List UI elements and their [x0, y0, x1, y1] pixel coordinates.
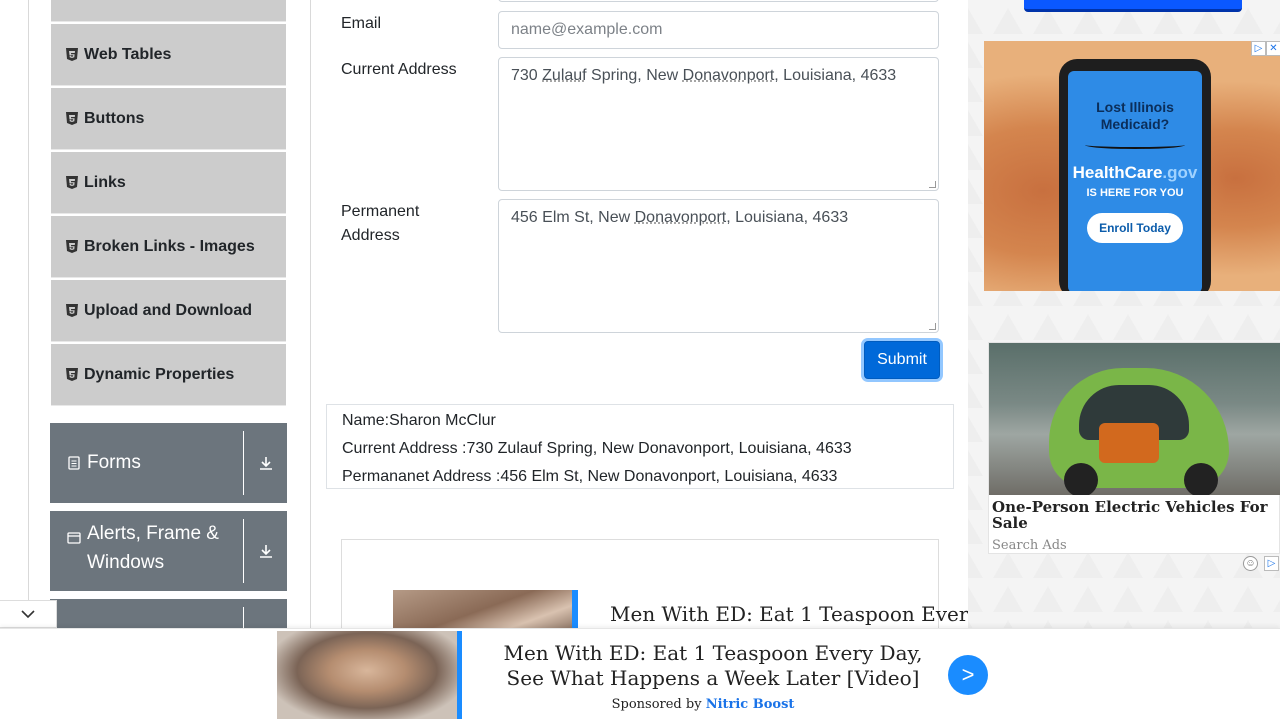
inline-ad[interactable]: Men With ED: Eat 1 Teaspoon Every	[341, 539, 980, 640]
form-icon	[68, 456, 80, 470]
sidebar-group-label: Forms	[87, 452, 141, 473]
text-part: Spring, New	[586, 67, 683, 84]
text-part: 456 Elm St, New	[511, 209, 635, 226]
current-address-textarea[interactable]: 730 Zulauf Spring, New Donavonport, Loui…	[498, 57, 939, 191]
spellcheck-word: Zulauf	[542, 67, 587, 84]
chevron-down-icon	[21, 610, 35, 619]
brand-suffix: .gov	[1162, 163, 1198, 182]
permanent-address-textarea[interactable]: 456 Elm St, New Donavonport, Louisiana, …	[498, 199, 939, 333]
ad-title-line: Medicaid?	[1100, 116, 1170, 132]
output-permanent-address: Permananet Address :456 Elm St, New Dona…	[342, 468, 838, 485]
ad-brand: HealthCare.gov	[1068, 163, 1202, 183]
html5-icon	[66, 304, 78, 317]
sidebar-item-label: Web Tables	[84, 45, 172, 63]
output-name: Name:Sharon McClur	[342, 412, 496, 429]
ad-headline[interactable]: Men With ED: Eat 1 Teaspoon Every Day, S…	[493, 641, 933, 691]
car-seat	[1099, 423, 1159, 463]
label-line: Permanent	[341, 203, 420, 220]
close-icon[interactable]: ✕	[1266, 41, 1280, 56]
sponsor-name[interactable]: Nitric Boost	[706, 697, 795, 712]
sidebar-group-label: Alerts, Frame &	[87, 523, 219, 544]
ad-subtitle: IS HERE FOR YOU	[1086, 187, 1184, 199]
collapse-ad-button[interactable]	[0, 600, 57, 628]
resize-handle[interactable]	[929, 181, 936, 188]
sidebar-item-label: Links	[84, 173, 126, 191]
sidebar-item-upload-download[interactable]: Upload and Download	[51, 280, 286, 342]
html5-icon	[66, 48, 78, 61]
adchoices-icon[interactable]: ▷	[1251, 41, 1266, 56]
enroll-button[interactable]: Enroll Today	[1087, 213, 1183, 243]
sidebar-group-label-line2: Windows	[87, 552, 165, 573]
output-box: Name:Sharon McClur Current Address :730 …	[326, 404, 954, 489]
sidebar-group-forms[interactable]: Forms	[50, 423, 287, 503]
ad-headline[interactable]: Men With ED: Eat 1 Teaspoon Every	[610, 602, 980, 626]
download-icon	[259, 545, 272, 558]
sidebar-item-links[interactable]: Links	[51, 152, 286, 214]
text-part: , Louisiana, 4633	[774, 67, 897, 84]
sidebar-item-web-tables[interactable]: Web Tables	[51, 24, 286, 86]
sticky-bottom-ad[interactable]: Men With ED: Eat 1 Teaspoon Every Day, S…	[0, 628, 1280, 720]
adchoices-icon[interactable]: ▷	[1264, 556, 1279, 571]
label-line: Address	[341, 227, 400, 244]
resize-handle[interactable]	[929, 323, 936, 330]
sidebar-group-toggle[interactable]	[244, 511, 287, 591]
ad-photo	[277, 631, 462, 719]
sidebar-item-previous[interactable]	[51, 0, 286, 22]
ev-ad[interactable]: One-Person Electric Vehicles For Sale Se…	[988, 342, 1280, 554]
ad-go-button[interactable]: >	[948, 655, 988, 695]
sidebar-item-broken-links[interactable]: Broken Links - Images	[51, 216, 286, 278]
sidebar-item-label: Upload and Download	[84, 301, 252, 319]
email-field[interactable]: name@example.com	[498, 11, 939, 49]
html5-icon	[66, 176, 78, 189]
ad-headline[interactable]: One-Person Electric Vehicles For Sale	[992, 499, 1278, 531]
previous-input[interactable]	[498, 0, 939, 2]
text-part: 730	[511, 67, 543, 84]
permanent-address-label: Permanent Address	[341, 200, 419, 248]
sidebar-item-label: Dynamic Properties	[84, 365, 235, 383]
sidebar-group-toggle[interactable]	[244, 423, 287, 503]
sponsored-by-label: Sponsored by	[611, 697, 702, 712]
download-icon	[259, 457, 272, 470]
text-part: , Louisiana, 4633	[726, 209, 849, 226]
spellcheck-word: Donavonport	[682, 67, 775, 84]
sidebar-group-alerts[interactable]: Alerts, Frame & Windows	[50, 511, 287, 591]
submit-button[interactable]: Submit	[864, 341, 940, 379]
wheel	[1064, 463, 1098, 495]
ad-title-line: Lost Illinois	[1096, 99, 1174, 115]
wheel	[1184, 463, 1218, 495]
output-current-address: Current Address :730 Zulauf Spring, New …	[342, 440, 852, 457]
sidebar-item-dynamic-properties[interactable]: Dynamic Properties	[51, 344, 286, 406]
sidebar-item-buttons[interactable]: Buttons	[51, 88, 286, 150]
html5-icon	[66, 240, 78, 253]
sidebar-item-label: Broken Links - Images	[84, 237, 255, 255]
feedback-icon[interactable]: ☺	[1243, 556, 1258, 571]
healthcare-ad[interactable]: Lost Illinois Medicaid? HealthCare.gov I…	[984, 41, 1280, 291]
wave-decoration	[1085, 141, 1185, 149]
brand-main: HealthCare	[1072, 163, 1163, 182]
email-label: Email	[341, 15, 382, 32]
html5-icon	[66, 112, 78, 125]
ev-image	[989, 343, 1280, 495]
ad-source: Search Ads	[992, 538, 1067, 553]
html5-icon	[66, 368, 78, 381]
sidebar-item-label: Buttons	[84, 109, 145, 127]
ad-title: Lost Illinois Medicaid?	[1068, 99, 1202, 133]
page: Web Tables Buttons Links Broken Links - …	[0, 0, 1280, 720]
window-icon	[67, 532, 81, 544]
phone-screen: Lost Illinois Medicaid? HealthCare.gov I…	[1068, 71, 1202, 291]
ad-sponsor: Sponsored by Nitric Boost	[493, 697, 913, 712]
ad-top-button[interactable]	[1024, 0, 1242, 12]
spellcheck-word: Donavonport	[634, 209, 727, 226]
current-address-label: Current Address	[341, 61, 457, 78]
